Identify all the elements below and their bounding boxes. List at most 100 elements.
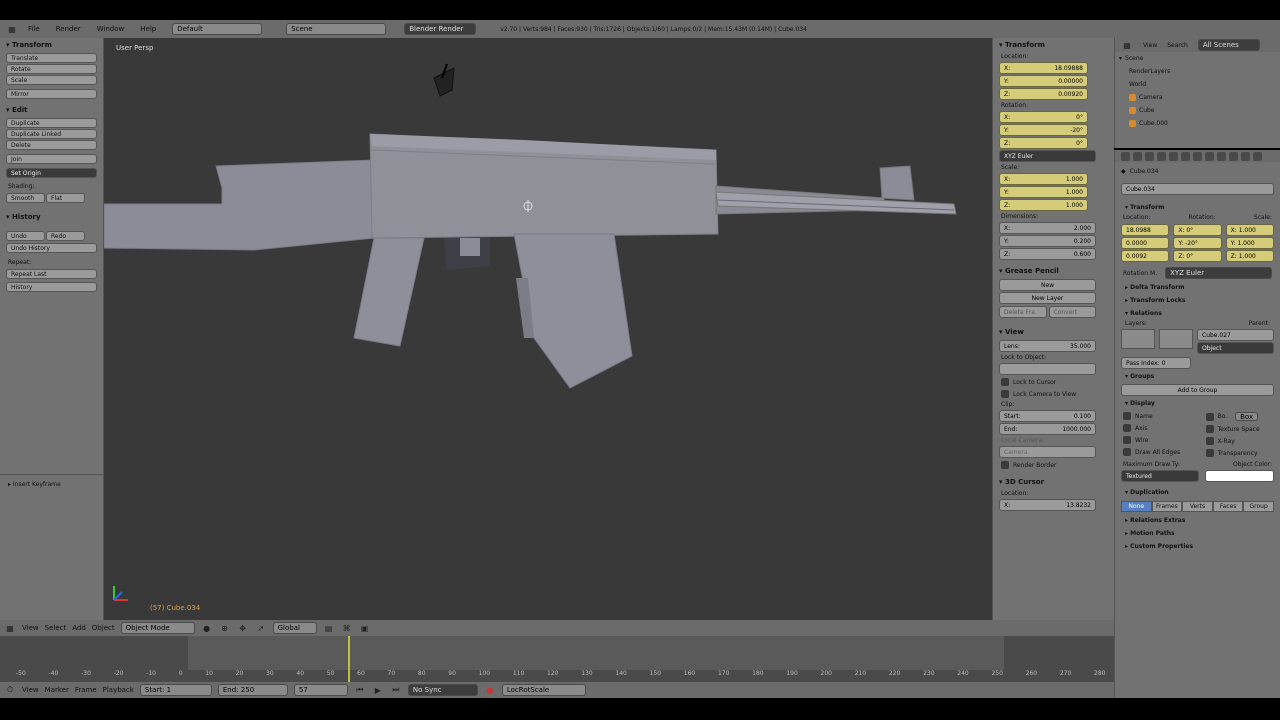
parent-type-select[interactable]: Object [1197, 342, 1274, 354]
location-x-field[interactable]: X: 18.09888 [999, 62, 1088, 74]
motion-paths-header[interactable]: ▸ Motion Paths [1115, 527, 1280, 540]
dimension-z-field[interactable]: Z: 0.600 [999, 248, 1096, 260]
rotation-mode-select[interactable]: XYZ Euler [999, 150, 1096, 162]
props-loc-z[interactable]: 0.0092 [1121, 250, 1170, 262]
layers-icon[interactable]: ▤ [323, 622, 335, 634]
display-xray-checkbox[interactable]: X-Ray [1198, 435, 1280, 447]
flat-button[interactable]: Flat [46, 193, 85, 203]
add-menu[interactable]: Add [72, 624, 86, 632]
outliner-view-menu[interactable]: View [1143, 42, 1157, 49]
menu-file[interactable]: File [22, 25, 46, 33]
dimension-y-field[interactable]: Y: 0.200 [999, 235, 1096, 247]
layer-grid-2[interactable] [1159, 329, 1193, 349]
rotate-button[interactable]: Rotate [6, 64, 97, 74]
scale-x-field[interactable]: X: 1.000 [999, 173, 1088, 185]
add-to-group-button[interactable]: Add to Group [1121, 384, 1274, 396]
props-scale-y[interactable]: Y: 1.000 [1225, 237, 1274, 249]
rotation-x-field[interactable]: X: 0° [999, 111, 1088, 123]
props-scale-x[interactable]: X: 1.000 [1225, 224, 1274, 236]
props-scale-z[interactable]: Z: 1.000 [1225, 250, 1274, 262]
outliner-row-scene[interactable]: ▾ Scene [1115, 52, 1280, 65]
location-z-field[interactable]: Z: 0.00920 [999, 88, 1088, 100]
display-all-edges-checkbox[interactable]: Draw All Edges [1115, 446, 1198, 458]
layout-selector[interactable]: Default [172, 23, 263, 35]
new-layer-button[interactable]: New Layer [999, 292, 1096, 304]
dup-frames-tab[interactable]: Frames [1151, 501, 1183, 512]
dup-group-tab[interactable]: Group [1243, 501, 1274, 512]
outliner-search-menu[interactable]: Search [1167, 42, 1188, 49]
start-frame-field[interactable]: Start: 1 [139, 684, 212, 696]
translate-manipulator-icon[interactable]: ↗ [255, 622, 267, 634]
cursor-x-field[interactable]: X: 13.8232 [999, 499, 1096, 511]
dup-verts-tab[interactable]: Verts [1182, 501, 1213, 512]
props-rot-z[interactable]: Z: 0° [1173, 250, 1222, 262]
pivot-icon[interactable]: ⊕ [219, 622, 231, 634]
display-bounds-checkbox[interactable]: Bo. Box [1198, 410, 1280, 423]
jump-start-icon[interactable]: ⏮ [354, 684, 366, 696]
grease-pencil-header[interactable]: ▾ Grease Pencil [993, 264, 1102, 278]
location-y-field[interactable]: Y: 0.00000 [999, 75, 1088, 87]
local-camera-field[interactable]: Camera [999, 446, 1096, 458]
transform-section-header[interactable]: ▾ Transform [0, 38, 103, 52]
keying-set-selector[interactable]: LocRotScale [501, 684, 586, 696]
history-section-header[interactable]: ▾ History [0, 210, 103, 224]
operator-panel-title[interactable]: ▸ Insert Keyframe [0, 475, 104, 490]
props-loc-y[interactable]: 0.0000 [1121, 237, 1170, 249]
outliner-editor-icon[interactable]: ▦ [1121, 39, 1133, 51]
delete-button[interactable]: Delete [6, 140, 97, 150]
set-origin-button[interactable]: Set Origin [6, 168, 97, 178]
relations-extras-header[interactable]: ▸ Relations Extras [1115, 514, 1280, 527]
props-rotation-mode-select[interactable]: XYZ Euler [1165, 267, 1272, 279]
render-preview-icon[interactable]: ▣ [359, 622, 371, 634]
repeat-last-button[interactable]: Repeat Last [6, 269, 97, 279]
marker-menu[interactable]: Marker [45, 686, 69, 694]
display-transparency-checkbox[interactable]: Transparency [1198, 447, 1280, 459]
menu-help[interactable]: Help [134, 25, 162, 33]
outliner-row-cube-000[interactable]: Cube.000 [1115, 117, 1280, 130]
lock-object-field[interactable] [999, 363, 1096, 375]
lock-cursor-checkbox[interactable]: Lock to Cursor [993, 376, 1102, 388]
history-button[interactable]: History [6, 282, 97, 292]
scale-z-field[interactable]: Z: 1.000 [999, 199, 1088, 211]
mirror-button[interactable]: Mirror [6, 89, 97, 99]
render-engine-selector[interactable]: Blender Render [404, 23, 477, 35]
duplicate-linked-button[interactable]: Duplicate Linked [6, 129, 97, 139]
scale-button[interactable]: Scale [6, 75, 97, 85]
pass-index-field[interactable]: Pass Index: 0 [1121, 357, 1191, 369]
props-rot-y[interactable]: Y: -20° [1173, 237, 1222, 249]
props-transform-header[interactable]: ▾ Transform [1115, 201, 1280, 214]
rifle-model[interactable] [104, 38, 992, 620]
jump-end-icon[interactable]: ⏭ [390, 684, 402, 696]
duplication-header[interactable]: ▾ Duplication [1115, 486, 1280, 499]
smooth-button[interactable]: Smooth [6, 193, 45, 203]
sync-selector[interactable]: No Sync [407, 684, 478, 696]
edit-section-header[interactable]: ▾ Edit [0, 103, 103, 117]
clip-start-field[interactable]: Start: 0.100 [999, 410, 1096, 422]
lens-field[interactable]: Lens: 35.000 [999, 340, 1096, 352]
display-axis-checkbox[interactable]: Axis [1115, 422, 1198, 434]
object-menu[interactable]: Object [92, 624, 115, 632]
grease-new-button[interactable]: New [999, 279, 1096, 291]
convert-button[interactable]: Convert [1048, 306, 1096, 318]
transform-locks-header[interactable]: ▸ Transform Locks [1115, 294, 1280, 307]
play-icon[interactable]: ▶ [372, 684, 384, 696]
delete-frame-button[interactable]: Delete Fra. [999, 306, 1047, 318]
scale-y-field[interactable]: Y: 1.000 [999, 186, 1088, 198]
manipulator-icon[interactable]: ✥ [237, 622, 249, 634]
scene-selector[interactable]: Scene [286, 23, 387, 35]
max-draw-select[interactable]: Textured [1121, 470, 1199, 482]
outliner-row-world[interactable]: World [1115, 78, 1280, 91]
outliner-display-mode[interactable]: All Scenes [1197, 39, 1260, 51]
timeline[interactable]: -50 -40 -30 -20 -10 0 10 20 30 40 50 60 70 80 90 100 110… [0, 636, 1114, 682]
mode-selector[interactable]: Object Mode [120, 622, 195, 634]
rotation-y-field[interactable]: Y: -20° [999, 124, 1088, 136]
shading-icon[interactable]: ● [201, 622, 213, 634]
undo-history-button[interactable]: Undo History [6, 243, 97, 253]
custom-properties-header[interactable]: ▸ Custom Properties [1115, 540, 1280, 553]
parent-field[interactable]: Cube.027 [1197, 329, 1274, 341]
view-header[interactable]: ▾ View [993, 325, 1102, 339]
undo-button[interactable]: Undo [6, 231, 45, 241]
relations-header[interactable]: ▾ Relations [1115, 307, 1280, 320]
display-name-checkbox[interactable]: Name [1115, 410, 1198, 422]
display-texture-space-checkbox[interactable]: Texture Space [1198, 423, 1280, 435]
